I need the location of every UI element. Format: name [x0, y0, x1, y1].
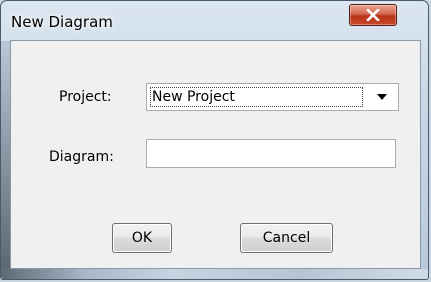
- project-select-value: New Project: [150, 87, 363, 107]
- chevron-down-icon: [377, 94, 387, 100]
- project-select[interactable]: New Project: [146, 83, 399, 111]
- ok-button[interactable]: OK: [112, 223, 172, 253]
- frame-shadow-left: [1, 41, 10, 273]
- dialog-body: Project: New Project Diagram: OK Cancel: [10, 40, 421, 269]
- dialog-title: New Diagram: [11, 13, 113, 31]
- project-select-dropdown-button[interactable]: [368, 86, 396, 108]
- cancel-button[interactable]: Cancel: [240, 223, 333, 253]
- dialog-window: New Diagram Project: New Project Diagram…: [0, 0, 429, 280]
- project-label: Project:: [59, 89, 112, 105]
- close-button[interactable]: [349, 4, 397, 26]
- diagram-name-input[interactable]: [146, 139, 396, 168]
- diagram-label: Diagram:: [49, 149, 114, 165]
- close-icon: [366, 9, 380, 21]
- frame-shadow-bottom: [1, 269, 428, 279]
